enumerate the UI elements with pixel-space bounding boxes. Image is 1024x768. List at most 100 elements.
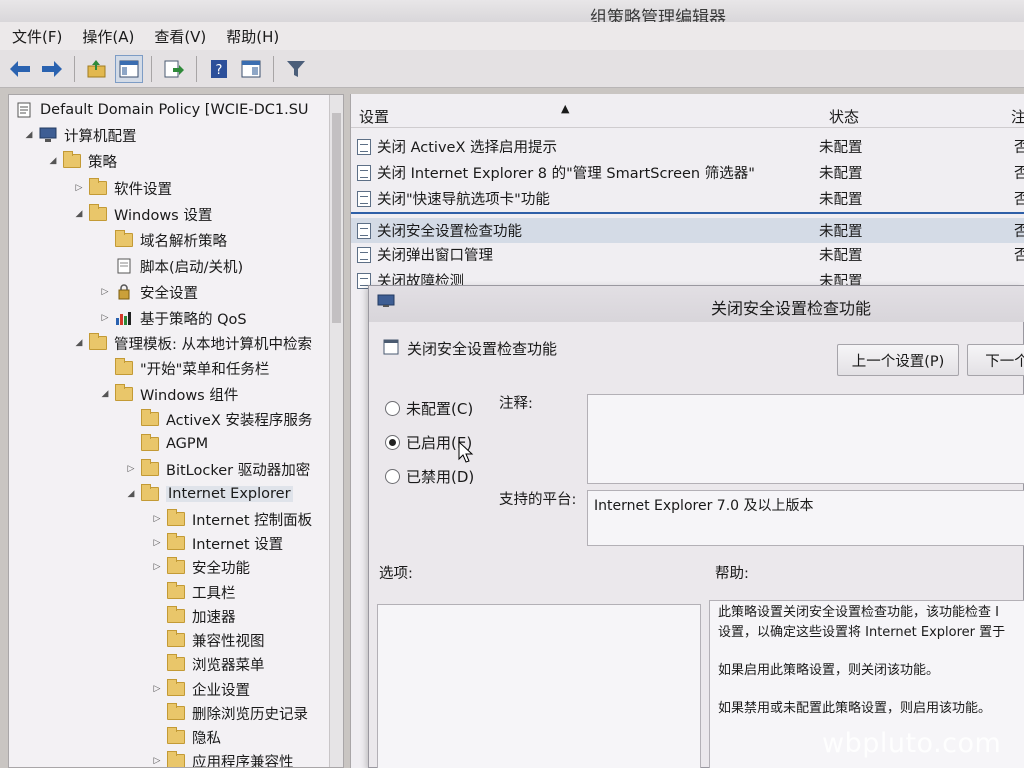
options-panel[interactable] [377,604,701,768]
expand-icon[interactable]: ▷ [151,562,163,572]
tree-item-qos[interactable]: ▷ 基于策略的 QoS [99,307,247,329]
tree-item-bitlocker[interactable]: ▷ BitLocker 驱动器加密 [125,458,310,480]
comment-label: 注释: [499,396,533,412]
previous-setting-button[interactable]: 上一个设置(P) [837,344,959,376]
radio-not-configured[interactable]: 未配置(C) [385,398,473,419]
folder-icon [141,459,159,476]
expand-icon[interactable]: ▷ [151,684,163,694]
folder-icon [141,434,159,451]
platform-label: 支持的平台: [499,492,577,508]
properties-icon[interactable] [237,55,265,83]
tree-item-compat-view[interactable]: 兼容性视图 [167,629,265,651]
tree-item-agpm[interactable]: AGPM [141,433,208,455]
radio-button-checked[interactable] [385,435,400,450]
tree-item-internet-settings[interactable]: ▷ Internet 设置 [151,532,283,554]
policy-setting-icon [357,246,371,263]
folder-icon [167,533,185,550]
dialog-title-bar: 关闭安全设置检查功能 [369,286,1024,322]
policy-tree-pane[interactable]: Default Domain Policy [WCIE-DC1.SU ◢ 计算机… [8,94,344,768]
column-header-setting[interactable]: 设置 [359,106,389,127]
policy-document-icon [15,102,33,118]
tree-item-app-compat[interactable]: ▷ 应用程序兼容性 [151,750,294,767]
export-list-icon[interactable] [160,55,188,83]
tree-item-delete-history[interactable]: 删除浏览历史记录 [167,702,308,724]
column-header-note[interactable]: 注 [1011,106,1024,127]
help-icon[interactable]: ? [205,55,233,83]
watermark: wbpluto.com [822,728,1002,759]
tree-item-activex[interactable]: ActiveX 安装程序服务 [141,408,312,430]
list-header: 设置 ▲ 状态 注 [351,102,1024,128]
tree-item-dns-policy[interactable]: 域名解析策略 [115,229,227,251]
tree-item-windows-components[interactable]: ◢ Windows 组件 [99,383,238,405]
forward-icon[interactable] [38,55,66,83]
tree-item-admin-templates[interactable]: ◢ 管理模板: 从本地计算机中检索 [73,332,312,354]
folder-icon [167,557,185,574]
menu-view[interactable]: 查看(V) [154,26,206,47]
tree-scrollbar[interactable] [329,95,343,767]
collapse-icon[interactable]: ◢ [23,130,35,140]
menu-bar: 文件(F) 操作(A) 查看(V) 帮助(H) [0,22,1024,50]
collapse-icon[interactable]: ◢ [73,338,85,348]
comment-textarea[interactable] [587,394,1024,484]
scrollbar-thumb[interactable] [332,113,341,323]
tree-item-corporate-settings[interactable]: ▷ 企业设置 [151,678,250,700]
tree-item-windows-settings[interactable]: ◢ Windows 设置 [73,203,212,225]
tree-item-internet-explorer[interactable]: ◢ Internet Explorer [125,483,293,505]
menu-file[interactable]: 文件(F) [12,26,62,47]
menu-action[interactable]: 操作(A) [82,26,134,47]
next-setting-button[interactable]: 下一个 [967,344,1024,376]
tree-item-start-menu[interactable]: "开始"菜单和任务栏 [115,357,269,379]
svg-text:?: ? [216,63,223,78]
folder-icon [167,509,185,526]
column-header-state[interactable]: 状态 [829,106,859,127]
collapse-icon[interactable]: ◢ [125,489,137,499]
tree-item-computer-config[interactable]: ◢ 计算机配置 [23,124,137,146]
folder-icon [167,606,185,623]
platform-box: Internet Explorer 7.0 及以上版本 [587,490,1024,546]
list-item-selected[interactable]: 关闭安全设置检查功能 未配置 否 [351,218,1024,243]
tree-item-internet-control-panel[interactable]: ▷ Internet 控制面板 [151,508,312,530]
tree-item-policy[interactable]: ◢ 策略 [47,150,117,172]
title-bar: 组策略管理编辑器 [0,0,1024,28]
up-folder-icon[interactable] [83,55,111,83]
folder-icon [89,204,107,221]
help-line: 设置，以确定这些设置将 Internet Explorer 置于 [718,625,1006,640]
expand-icon[interactable]: ▷ [151,514,163,524]
tree-item-accelerators[interactable]: 加速器 [167,605,236,627]
radio-button[interactable] [385,469,400,484]
folder-icon [141,409,159,426]
script-icon [115,258,133,274]
tree-item-scripts[interactable]: 脚本(启动/关机) [115,255,243,277]
back-icon[interactable] [6,55,34,83]
expand-icon[interactable]: ▷ [99,313,111,323]
toolbar-separator [273,55,274,82]
list-item[interactable]: 关闭 Internet Explorer 8 的"管理 SmartScreen … [351,160,1024,185]
list-item[interactable]: 关闭 ActiveX 选择启用提示 未配置 否 [351,134,1024,159]
tree-item-software-settings[interactable]: ▷ 软件设置 [73,177,172,199]
tree-item-security-settings[interactable]: ▷ 安全设置 [99,281,198,303]
tree-item-toolbars[interactable]: 工具栏 [167,581,236,603]
mouse-cursor-icon [458,441,474,463]
collapse-icon[interactable]: ◢ [47,156,59,166]
expand-icon[interactable]: ▷ [99,287,111,297]
collapse-icon[interactable]: ◢ [73,209,85,219]
collapse-icon[interactable]: ◢ [99,389,111,399]
show-hide-tree-icon[interactable] [115,54,143,83]
expand-icon[interactable]: ▷ [151,756,163,766]
tree-item-browser-menus[interactable]: 浏览器菜单 [167,653,265,675]
tree-item-security-features[interactable]: ▷ 安全功能 [151,556,250,578]
expand-icon[interactable]: ▷ [125,464,137,474]
tree-root[interactable]: Default Domain Policy [WCIE-DC1.SU [15,99,309,121]
radio-disabled[interactable]: 已禁用(D) [385,466,474,487]
tree-item-privacy[interactable]: 隐私 [167,726,221,748]
list-item[interactable]: 关闭"快速导航选项卡"功能 未配置 否 [351,186,1024,211]
sort-arrow-icon: ▲ [561,102,570,115]
expand-icon[interactable]: ▷ [151,538,163,548]
menu-help[interactable]: 帮助(H) [226,26,279,47]
filter-icon[interactable] [282,55,310,83]
list-item[interactable]: 关闭弹出窗口管理 未配置 否 [351,242,1024,267]
expand-icon[interactable]: ▷ [73,183,85,193]
radio-button[interactable] [385,401,400,416]
options-label: 选项: [379,566,413,582]
toolbar-separator [196,55,197,82]
